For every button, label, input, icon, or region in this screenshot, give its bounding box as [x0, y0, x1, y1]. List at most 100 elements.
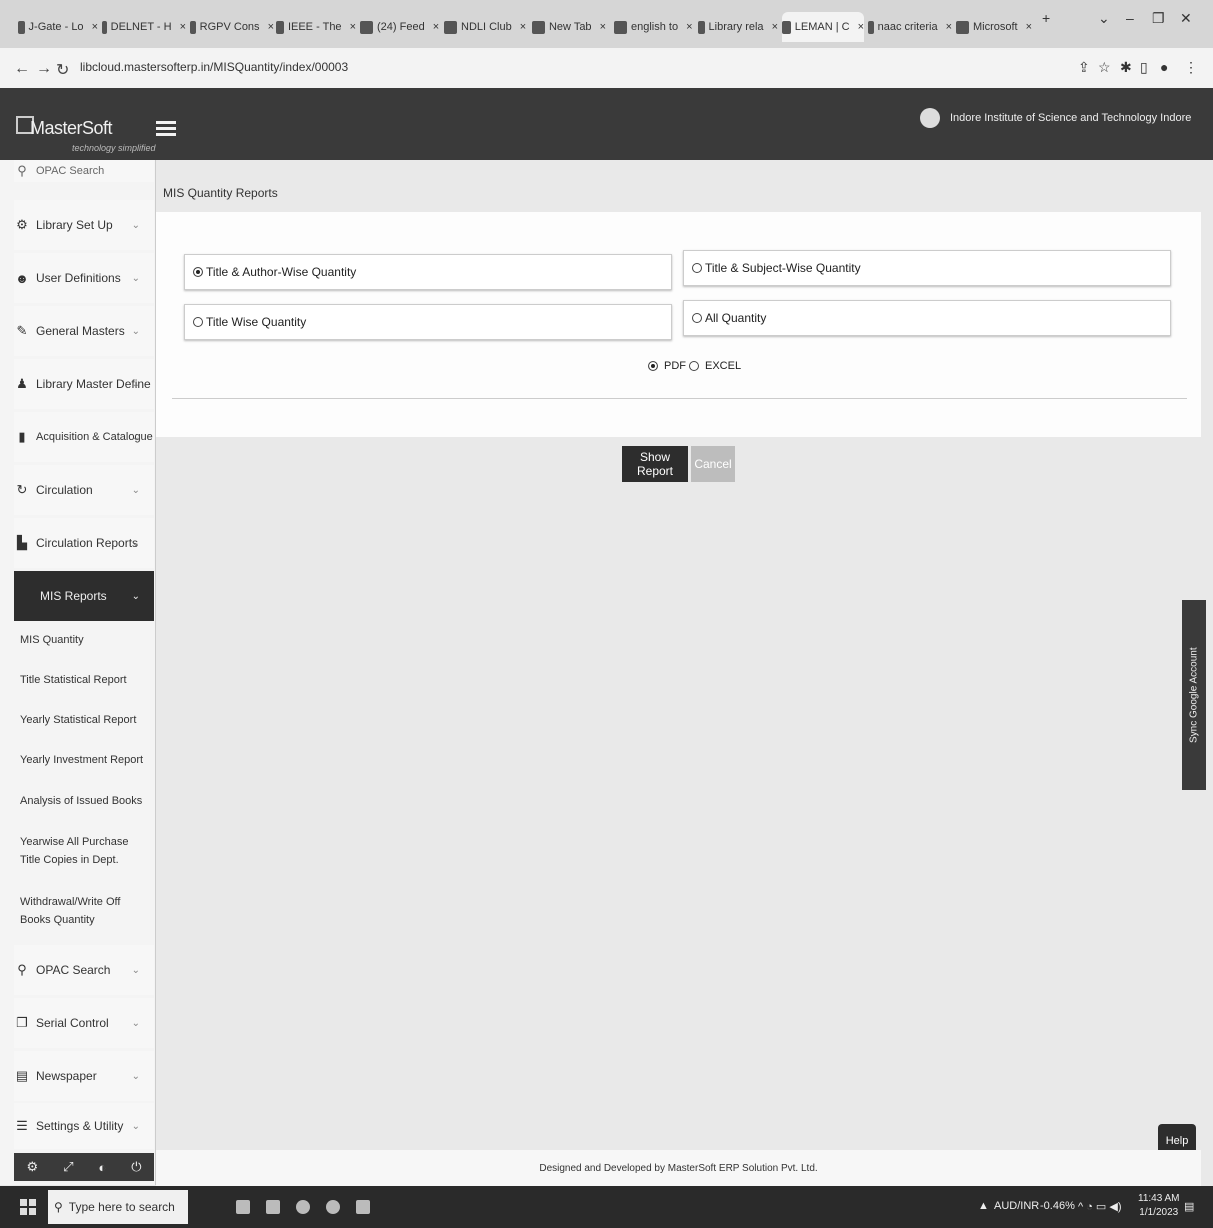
sidebar-item-newspaper[interactable]: ▤ Newspaper ⌄: [14, 1051, 154, 1101]
close-icon[interactable]: ×: [858, 21, 864, 33]
browser-icon[interactable]: [296, 1200, 310, 1214]
sidebar-subitem-withdrawal-books[interactable]: Withdrawal/Write Off Books Quantity: [20, 893, 150, 929]
option-title-author-wise[interactable]: Title & Author-Wise Quantity: [184, 254, 672, 290]
radio-button[interactable]: [193, 267, 203, 277]
chrome-icon[interactable]: [326, 1200, 340, 1214]
sidebar-item-opac-search[interactable]: ⚲ OPAC Search ⌄: [14, 945, 154, 995]
browser-tab[interactable]: RGPV Cons ×: [190, 12, 274, 42]
option-title-wise[interactable]: Title Wise Quantity: [184, 304, 672, 340]
file-explorer-icon[interactable]: [266, 1200, 280, 1214]
close-icon[interactable]: ×: [1026, 21, 1032, 33]
pdf-radio[interactable]: [648, 361, 658, 371]
close-icon[interactable]: ×: [520, 21, 526, 33]
tab-search-icon[interactable]: ⌄: [1098, 10, 1110, 27]
sidebar-subitem-analysis-issued-books[interactable]: Analysis of Issued Books: [20, 792, 150, 810]
close-icon[interactable]: ×: [268, 21, 274, 33]
sidebar-item-general-masters[interactable]: ✎ General Masters ⌄: [14, 306, 154, 356]
users-icon: ☻: [15, 270, 29, 286]
minimize-icon[interactable]: –: [1126, 10, 1134, 26]
option-all-quantity[interactable]: All Quantity: [683, 300, 1171, 336]
show-report-button[interactable]: Show Report: [622, 446, 688, 482]
browser-tab[interactable]: Library rela ×: [698, 12, 778, 42]
profile-avatar-icon[interactable]: ●: [1160, 59, 1168, 75]
browser-tab[interactable]: english to ×: [614, 12, 694, 42]
bookmark-star-icon[interactable]: ☆: [1098, 59, 1111, 76]
browser-tab[interactable]: J-Gate - Lo ×: [18, 12, 98, 42]
task-view-icon[interactable]: [236, 1200, 250, 1214]
sidebar-subitem-yearly-statistical-report[interactable]: Yearly Statistical Report: [20, 711, 150, 729]
close-icon[interactable]: ×: [772, 21, 778, 33]
sidebar-item-settings-utility[interactable]: ☰ Settings & Utility ⌄: [14, 1103, 154, 1149]
option-title-subject-wise[interactable]: Title & Subject-Wise Quantity: [683, 250, 1171, 286]
sync-google-account-tab[interactable]: Sync Google Account: [1182, 600, 1206, 790]
sidebar-item-circulation[interactable]: ↻ Circulation ⌄: [14, 465, 154, 515]
sidebar-subitem-mis-quantity[interactable]: MIS Quantity: [20, 631, 150, 649]
notifications-icon[interactable]: ▤: [1184, 1200, 1194, 1213]
sidebar-item-opac-search-partial[interactable]: ⚲ OPAC Search: [14, 160, 154, 182]
close-icon[interactable]: ×: [92, 21, 98, 33]
forward-icon[interactable]: →: [36, 60, 52, 78]
browser-tab[interactable]: DELNET - H ×: [102, 12, 186, 42]
user-avatar[interactable]: [920, 108, 940, 128]
taskbar-clock[interactable]: 11:43 AM 1/1/2023: [1138, 1192, 1180, 1220]
chevron-down-icon: ⌄: [131, 537, 140, 549]
maximize-icon[interactable]: ❐: [1152, 10, 1165, 27]
stock-widget-icon[interactable]: ▲: [978, 1200, 989, 1212]
excel-icon[interactable]: [356, 1200, 370, 1214]
sidebar-item-mis-reports[interactable]: MIS Reports ⌄: [14, 571, 154, 621]
close-icon[interactable]: ×: [600, 21, 606, 33]
sidebar-item-library-master-define[interactable]: ♟ Library Master Define ⌄: [14, 359, 154, 409]
close-icon[interactable]: ×: [686, 21, 692, 33]
sidebar-item-acquisition-catalogue[interactable]: ▮ Acquisition & Catalogue ⌄: [14, 412, 154, 462]
browser-menu-icon[interactable]: ⋮: [1184, 59, 1198, 76]
browser-tab[interactable]: naac criteria ×: [868, 12, 952, 42]
gear-icon[interactable]: ⚙: [26, 1159, 38, 1175]
sidebar-item-circulation-reports[interactable]: ▙ Circulation Reports ⌄: [14, 518, 154, 568]
system-tray-icons[interactable]: ^ ◔ ▭ ◀): [1078, 1200, 1122, 1213]
radio-button[interactable]: [692, 313, 702, 323]
app-logo[interactable]: MasterSoft: [30, 118, 113, 139]
url-field[interactable]: libcloud.mastersofterp.in/MISQuantity/in…: [80, 60, 348, 74]
excel-radio[interactable]: [689, 361, 699, 371]
sidebar-item-library-setup[interactable]: ⚙ Library Set Up ⌄: [14, 200, 154, 250]
browser-tab[interactable]: Microsoft ×: [956, 12, 1036, 42]
browser-tab[interactable]: IEEE - The ×: [276, 12, 356, 42]
radio-button[interactable]: [193, 317, 203, 327]
close-icon[interactable]: ×: [180, 21, 186, 33]
reload-icon[interactable]: ↻: [56, 60, 69, 80]
sidebar-item-serial-control[interactable]: ❐ Serial Control ⌄: [14, 998, 154, 1048]
close-icon[interactable]: ×: [946, 21, 952, 33]
edit-icon: ✎: [16, 323, 28, 338]
browser-tab[interactable]: NDLI Club ×: [444, 12, 530, 42]
close-icon[interactable]: ×: [350, 21, 356, 33]
hamburger-menu-icon[interactable]: [156, 118, 176, 140]
close-icon[interactable]: ×: [433, 21, 439, 33]
taskbar-search-input[interactable]: ⚲ Type here to search: [48, 1190, 188, 1224]
browser-tab-active[interactable]: LEMAN | C ×: [782, 12, 864, 42]
fullscreen-icon[interactable]: ⤢: [63, 1159, 73, 1175]
sidebar-item-user-definitions[interactable]: ☻ User Definitions ⌄: [14, 253, 154, 303]
back-icon[interactable]: ←: [14, 60, 30, 78]
institute-name[interactable]: Indore Institute of Science and Technolo…: [950, 112, 1191, 124]
cancel-button[interactable]: Cancel: [691, 446, 735, 482]
chevron-down-icon: ⌄: [131, 219, 140, 231]
new-tab-button[interactable]: +: [1042, 10, 1050, 26]
lock-icon[interactable]: ◐: [98, 1160, 106, 1175]
power-icon[interactable]: ⏻: [131, 1159, 141, 1175]
radio-button[interactable]: [692, 263, 702, 273]
sidebar-panel-icon[interactable]: ▯: [1140, 59, 1148, 76]
browser-tab[interactable]: New Tab ×: [532, 12, 606, 42]
windows-start-icon[interactable]: [20, 1199, 36, 1215]
gear-icon: ⚙: [16, 217, 28, 232]
chevron-down-icon: ⌄: [131, 1070, 140, 1082]
currency-label[interactable]: AUD/INR: [994, 1200, 1039, 1212]
sidebar-subitem-yearly-investment-report[interactable]: Yearly Investment Report: [20, 751, 150, 769]
sidebar-subitem-title-statistical-report[interactable]: Title Statistical Report: [20, 671, 150, 689]
extensions-icon[interactable]: ✱: [1120, 59, 1132, 76]
window-close-icon[interactable]: ✕: [1180, 10, 1192, 27]
browser-tab-bar: J-Gate - Lo × DELNET - H × RGPV Cons × IEEE…: [0, 0, 1213, 48]
share-icon[interactable]: ⇪: [1078, 59, 1090, 76]
chevron-down-icon: ⌄: [131, 272, 140, 284]
browser-tab[interactable]: (24) Feed ×: [360, 12, 440, 42]
sidebar-subitem-yearwise-purchase[interactable]: Yearwise All Purchase Title Copies in De…: [20, 833, 150, 869]
